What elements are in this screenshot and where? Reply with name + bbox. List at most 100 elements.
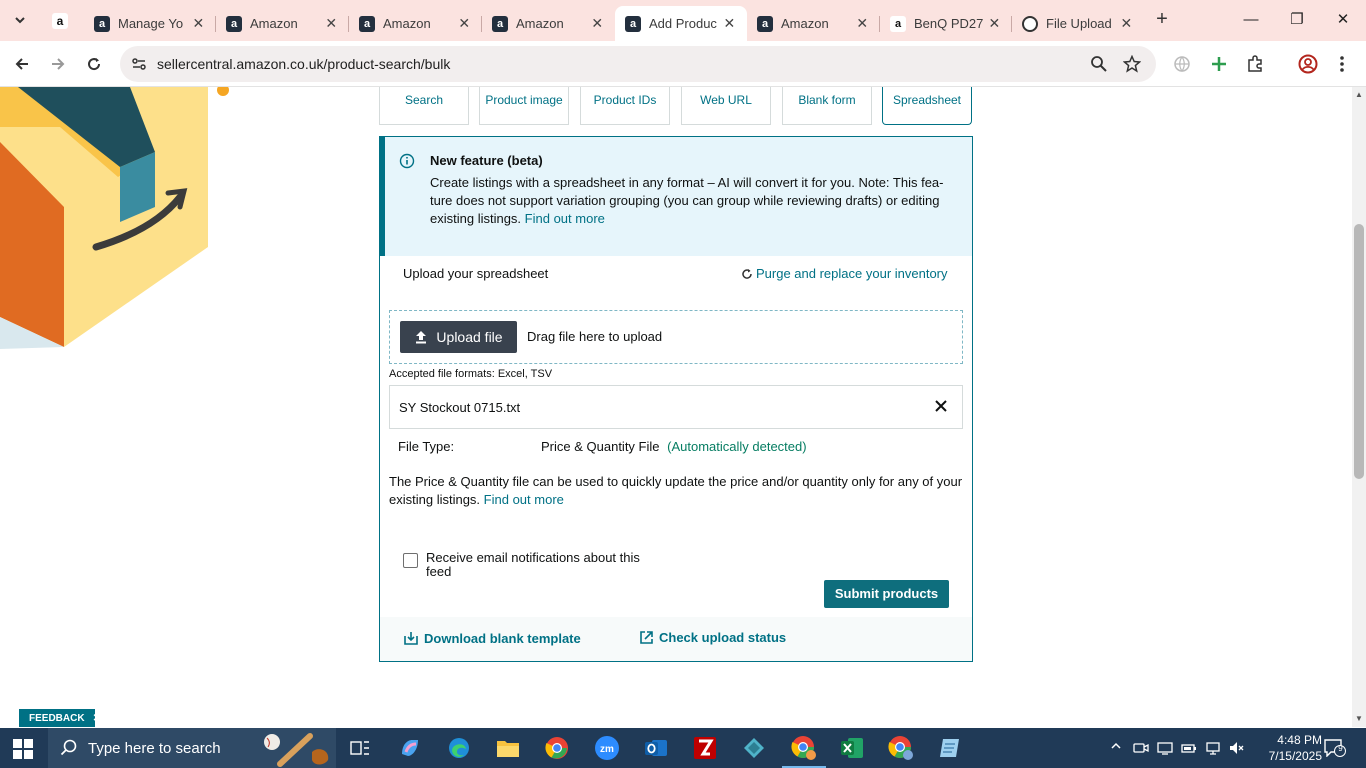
restore-button[interactable]: ❐ bbox=[1282, 8, 1312, 32]
address-bar[interactable]: sellercentral.amazon.co.uk/product-searc… bbox=[120, 46, 1156, 82]
baseball-search-highlight-icon bbox=[264, 733, 329, 767]
close-icon[interactable]: ✕ bbox=[457, 15, 472, 32]
selected-file-name: SY Stockout 0715.txt bbox=[399, 400, 521, 415]
tray-chevron-up-icon[interactable] bbox=[1108, 740, 1124, 756]
chrome-profile-2-icon[interactable] bbox=[887, 734, 915, 762]
browser-tab[interactable]: File Upload ✕ bbox=[1012, 6, 1144, 41]
filezilla-icon[interactable] bbox=[691, 734, 719, 762]
close-icon[interactable]: ✕ bbox=[191, 15, 206, 32]
tab-blank-form[interactable]: Blank form bbox=[782, 87, 872, 125]
zoom-icon[interactable] bbox=[1090, 55, 1108, 73]
page-scrollbar[interactable]: ▲ ▼ bbox=[1352, 87, 1366, 727]
bookmark-star-icon[interactable] bbox=[1123, 55, 1141, 73]
tab-title: Manage Yo bbox=[118, 16, 184, 31]
volume-muted-icon[interactable] bbox=[1228, 740, 1244, 756]
description-find-out-more-link[interactable]: Find out more bbox=[484, 492, 564, 507]
notepad-icon[interactable] bbox=[936, 734, 964, 762]
close-icon[interactable]: ✕ bbox=[987, 15, 1002, 32]
site-settings-icon[interactable] bbox=[130, 55, 148, 73]
close-icon[interactable]: ✕ bbox=[1119, 15, 1134, 32]
tab-search-button[interactable] bbox=[8, 8, 32, 32]
excel-icon[interactable] bbox=[838, 734, 866, 762]
browser-tab[interactable]: a Amazon ✕ bbox=[747, 6, 880, 41]
file-explorer-icon[interactable] bbox=[494, 734, 522, 762]
tab-spreadsheet[interactable]: Spreadsheet bbox=[882, 87, 972, 125]
close-icon[interactable]: ✕ bbox=[324, 15, 339, 32]
browser-menu-icon[interactable] bbox=[1330, 52, 1354, 76]
close-icon[interactable] bbox=[932, 397, 950, 415]
back-button[interactable] bbox=[10, 52, 34, 76]
new-tab-button[interactable]: + bbox=[1150, 8, 1174, 32]
beta-feature-banner: New feature (beta) Create listings with … bbox=[380, 137, 972, 256]
minimize-button[interactable]: — bbox=[1236, 8, 1266, 32]
file-type-value: Price & Quantity File (Automatically det… bbox=[541, 439, 807, 454]
purge-replace-link[interactable]: Purge and replace your inventory bbox=[741, 266, 948, 281]
browser-tab[interactable]: a Amazon ✕ bbox=[482, 6, 615, 41]
tab-search[interactable]: Search bbox=[379, 87, 469, 125]
close-icon[interactable]: ✕ bbox=[590, 15, 605, 32]
card-footer: Download blank template Check upload sta… bbox=[380, 617, 972, 661]
close-window-button[interactable]: ✕ bbox=[1328, 8, 1358, 32]
meet-now-icon[interactable] bbox=[1133, 740, 1149, 756]
url-text: sellercentral.amazon.co.uk/product-searc… bbox=[157, 56, 451, 72]
external-link-icon bbox=[640, 631, 653, 644]
feedback-tab[interactable]: FEEDBACK ✕ bbox=[19, 709, 101, 727]
tab-product-ids[interactable]: Product IDs bbox=[580, 87, 670, 125]
display-icon[interactable] bbox=[1157, 740, 1173, 756]
translate-globe-icon[interactable] bbox=[1170, 52, 1194, 76]
browser-tab[interactable]: a BenQ PD27 ✕ bbox=[880, 6, 1012, 41]
scrollbar-thumb[interactable] bbox=[1354, 224, 1364, 479]
extensions-puzzle-icon[interactable] bbox=[1243, 52, 1267, 76]
close-icon[interactable]: ✕ bbox=[93, 713, 101, 724]
app-diamond-icon[interactable] bbox=[740, 734, 768, 762]
notification-count: 9 bbox=[1338, 744, 1343, 753]
network-icon[interactable] bbox=[1205, 740, 1221, 756]
taskbar-clock[interactable]: 4:48 PM 7/15/2025 bbox=[1264, 732, 1322, 764]
taskbar-search-box[interactable]: Type here to search bbox=[48, 728, 336, 768]
upload-file-button[interactable]: Upload file bbox=[400, 321, 517, 353]
scroll-down-arrow-icon[interactable]: ▼ bbox=[1354, 714, 1364, 724]
check-upload-status-link[interactable]: Check upload status bbox=[639, 630, 786, 645]
openai-favicon bbox=[1022, 15, 1038, 32]
outlook-icon[interactable] bbox=[642, 734, 670, 762]
browser-tab[interactable]: a Amazon ✕ bbox=[349, 6, 482, 41]
close-icon[interactable]: ✕ bbox=[855, 15, 870, 32]
tab-title: Amazon bbox=[516, 16, 564, 31]
tab-web-url[interactable]: Web URL bbox=[681, 87, 771, 125]
product-add-method-tabs: Search Product image Product IDs Web URL… bbox=[379, 87, 973, 125]
beta-find-out-more-link[interactable]: Find out more bbox=[525, 211, 605, 226]
extension-plus-icon[interactable] bbox=[1207, 52, 1231, 76]
forward-button[interactable] bbox=[46, 52, 70, 76]
browser-tab[interactable]: a Amazon ✕ bbox=[216, 6, 349, 41]
close-icon[interactable]: ✕ bbox=[722, 15, 737, 32]
arrow-right-icon bbox=[52, 58, 65, 70]
browser-tab[interactable]: a Manage Yo ✕ bbox=[84, 6, 216, 41]
browser-tab-active[interactable]: a Add Produc ✕ bbox=[615, 6, 747, 41]
submit-products-button[interactable]: Submit products bbox=[824, 580, 949, 608]
email-notification-option[interactable]: Receive email notifications about this f… bbox=[403, 551, 651, 579]
pinned-tab-amazon[interactable]: a bbox=[44, 6, 76, 36]
tab-product-image[interactable]: Product image bbox=[479, 87, 569, 125]
file-type-label: File Type: bbox=[398, 439, 455, 454]
profile-avatar-icon[interactable] bbox=[1296, 52, 1320, 76]
windows-start-icon[interactable] bbox=[13, 739, 33, 759]
task-view-icon[interactable] bbox=[346, 734, 374, 762]
reload-button[interactable] bbox=[82, 52, 106, 76]
edge-browser-icon[interactable] bbox=[445, 734, 473, 762]
chrome-icon[interactable] bbox=[543, 734, 571, 762]
accepted-formats-text: Accepted file formats: Excel, TSV bbox=[389, 368, 553, 380]
drag-file-text: Drag file here to upload bbox=[527, 329, 663, 344]
file-drop-zone[interactable]: Upload file Drag file here to upload bbox=[389, 310, 963, 364]
amazon-favicon: a bbox=[757, 15, 773, 32]
chrome-profile-icon[interactable] bbox=[782, 734, 826, 768]
download-blank-template-link[interactable]: Download blank template bbox=[403, 630, 581, 646]
battery-icon[interactable] bbox=[1181, 740, 1197, 756]
email-notification-checkbox[interactable] bbox=[403, 553, 418, 568]
scroll-up-arrow-icon[interactable]: ▲ bbox=[1354, 90, 1364, 100]
amazon-favicon: a bbox=[492, 15, 508, 32]
email-notification-label: Receive email notifications about this f… bbox=[426, 550, 640, 579]
copilot-icon[interactable] bbox=[396, 734, 424, 762]
notification-center-icon[interactable]: 9 bbox=[1324, 739, 1346, 758]
zoom-app-icon[interactable]: zm bbox=[593, 734, 621, 762]
reload-icon bbox=[88, 58, 101, 71]
